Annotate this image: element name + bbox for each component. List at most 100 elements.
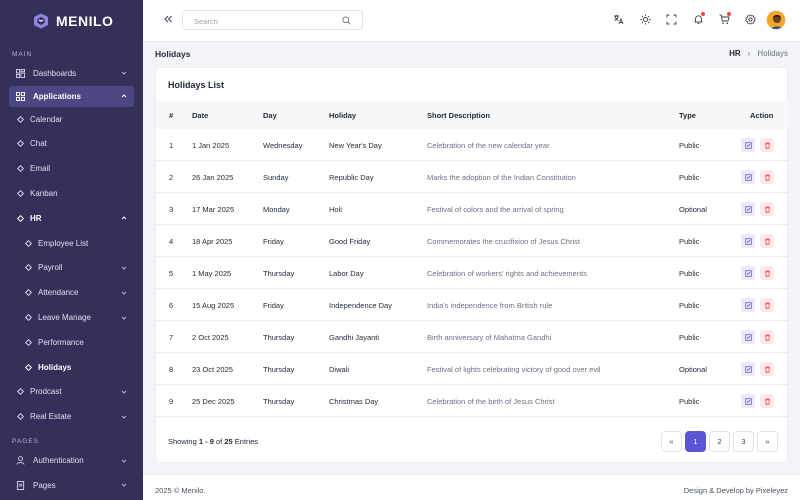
theme-sun-icon[interactable] bbox=[640, 14, 651, 25]
pages-icon bbox=[16, 480, 25, 490]
sidebar-item-label: Performance bbox=[38, 337, 84, 347]
sidebar-item-prodcast[interactable]: Prodcast bbox=[0, 380, 143, 405]
card-title: Holidays List bbox=[168, 80, 225, 90]
trash-icon bbox=[764, 237, 770, 245]
cell-date: 2 Oct 2025 bbox=[192, 333, 229, 342]
sidebar-item-authentication[interactable]: Authentication bbox=[0, 448, 143, 473]
cell-date: 1 Jan 2025 bbox=[192, 141, 230, 150]
cell-description: Marks the adoption of the Indian Constit… bbox=[427, 173, 576, 182]
col-day: Day bbox=[263, 111, 277, 120]
edit-icon bbox=[744, 237, 752, 245]
brand[interactable]: MENILO bbox=[0, 0, 143, 42]
pagination-page-2[interactable]: 2 bbox=[709, 431, 730, 452]
sidebar-item-label: Kanban bbox=[30, 189, 58, 199]
sidebar-item-label: Dashboards bbox=[33, 68, 77, 78]
translate-icon[interactable] bbox=[613, 14, 624, 25]
sidebar-item-label: Real Estate bbox=[30, 412, 72, 422]
sidebar-item-dashboards[interactable]: Dashboards bbox=[0, 61, 143, 86]
edit-button[interactable] bbox=[741, 330, 755, 344]
edit-button[interactable] bbox=[741, 394, 755, 408]
sidebar-item-hr[interactable]: HR bbox=[0, 206, 143, 231]
sidebar-item-leave-manage[interactable]: Leave Manage bbox=[0, 305, 143, 330]
edit-button[interactable] bbox=[741, 298, 755, 312]
showing-suffix: Entries bbox=[234, 437, 259, 446]
delete-button[interactable] bbox=[760, 138, 774, 152]
delete-button[interactable] bbox=[760, 298, 774, 312]
sidebar-item-performance[interactable]: Performance bbox=[0, 330, 143, 355]
footer-credit[interactable]: Design & Develop by Pixeleyez bbox=[684, 486, 788, 495]
trash-icon bbox=[764, 141, 770, 149]
sidebar-item-label: Applications bbox=[33, 91, 82, 101]
pagination-next[interactable]: » bbox=[757, 431, 778, 452]
sidebar-item-calendar[interactable]: Calendar bbox=[0, 107, 143, 132]
avatar[interactable] bbox=[766, 10, 786, 30]
cell-number: 1 bbox=[169, 141, 174, 150]
sidebar-item-payroll[interactable]: Payroll bbox=[0, 256, 143, 281]
search-input[interactable] bbox=[183, 12, 333, 31]
cell-description: Birth anniversary of Mahatma Gandhi bbox=[427, 333, 552, 342]
pagination-prev[interactable]: « bbox=[661, 431, 682, 452]
menu-collapse-icon[interactable] bbox=[163, 14, 173, 24]
delete-button[interactable] bbox=[760, 234, 774, 248]
chevron-down-icon bbox=[121, 266, 127, 270]
cell-description: Celebration of the new calendar year bbox=[427, 141, 550, 150]
cell-number: 6 bbox=[169, 301, 174, 310]
chevron-down-icon bbox=[121, 291, 127, 295]
sidebar-item-applications[interactable]: Applications bbox=[9, 85, 134, 107]
breadcrumb: HR › Holidays bbox=[729, 49, 788, 58]
cell-day: Friday bbox=[263, 237, 284, 246]
pagination-page-1[interactable]: 1 bbox=[685, 431, 706, 452]
sidebar-item-attendance[interactable]: Attendance bbox=[0, 280, 143, 305]
delete-button[interactable] bbox=[760, 170, 774, 184]
edit-button[interactable] bbox=[741, 138, 755, 152]
delete-button[interactable] bbox=[760, 362, 774, 376]
cell-type: Public bbox=[679, 141, 700, 150]
table-row: 3 17 Mar 2025 Monday Holi Festival of colors… bbox=[156, 193, 789, 225]
sidebar-item-label: Employee List bbox=[38, 238, 89, 248]
showing-total: 25 bbox=[224, 437, 233, 446]
table-row: 4 18 Apr 2025 Friday Good Friday Commemorate… bbox=[156, 225, 789, 257]
sidebar-item-holidays[interactable]: Holidays bbox=[0, 355, 143, 380]
sidebar-item-email[interactable]: Email bbox=[0, 156, 143, 181]
col-date: Date bbox=[192, 111, 209, 120]
sidebar-item-kanban[interactable]: Kanban bbox=[0, 181, 143, 206]
breadcrumb-separator: › bbox=[747, 49, 751, 58]
breadcrumb-hr[interactable]: HR bbox=[729, 49, 741, 58]
search-icon[interactable] bbox=[342, 16, 351, 25]
showing-range: 1 - 9 bbox=[198, 437, 214, 446]
sidebar: MENILO MAIN Dashboards Applications Cale… bbox=[0, 0, 143, 500]
sidebar-item-real-estate[interactable]: Real Estate bbox=[0, 404, 143, 429]
pagination-page-3[interactable]: 3 bbox=[733, 431, 754, 452]
delete-button[interactable] bbox=[760, 202, 774, 216]
brand-name: MENILO bbox=[56, 13, 114, 29]
cell-description: Festival of lights celebrating victory o… bbox=[427, 365, 601, 374]
sidebar-item-employee-list[interactable]: Employee List bbox=[0, 231, 143, 256]
diamond-bullet-icon bbox=[24, 239, 33, 247]
delete-button[interactable] bbox=[760, 266, 774, 280]
edit-button[interactable] bbox=[741, 266, 755, 280]
edit-button[interactable] bbox=[741, 170, 755, 184]
cell-type: Public bbox=[679, 301, 700, 310]
cell-description: India's independence from British rule bbox=[427, 301, 553, 310]
page-title: Holidays bbox=[155, 49, 191, 59]
table-row: 8 23 Oct 2025 Thursday Diwali Festival of li… bbox=[156, 353, 789, 385]
diamond-bullet-icon bbox=[24, 289, 33, 297]
cell-number: 2 bbox=[169, 173, 174, 182]
edit-button[interactable] bbox=[741, 202, 755, 216]
edit-icon bbox=[744, 301, 752, 309]
diamond-bullet-icon bbox=[24, 264, 33, 272]
delete-button[interactable] bbox=[760, 394, 774, 408]
edit-button[interactable] bbox=[741, 234, 755, 248]
sidebar-item-pages[interactable]: Pages bbox=[0, 473, 143, 498]
edit-icon bbox=[744, 141, 752, 149]
col-type: Type bbox=[679, 111, 696, 120]
delete-button[interactable] bbox=[760, 330, 774, 344]
fullscreen-icon[interactable] bbox=[666, 14, 677, 25]
diamond-bullet-icon bbox=[16, 214, 25, 222]
edit-button[interactable] bbox=[741, 362, 755, 376]
chevron-down-icon bbox=[121, 72, 127, 76]
settings-icon[interactable] bbox=[745, 14, 756, 25]
chevron-down-icon bbox=[121, 459, 127, 463]
sidebar-item-chat[interactable]: Chat bbox=[0, 132, 143, 157]
cell-holiday: Holi bbox=[329, 205, 342, 214]
